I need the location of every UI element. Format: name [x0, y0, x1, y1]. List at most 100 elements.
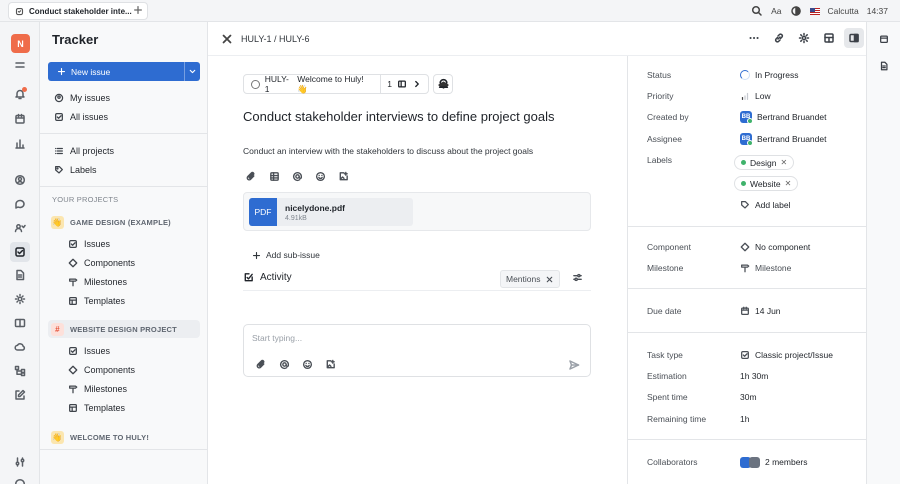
issue-icon [15, 7, 24, 15]
nav-all-projects[interactable]: All projects [48, 142, 200, 160]
recruiting-button[interactable] [10, 218, 30, 238]
spent-time-value[interactable]: 30m [740, 392, 757, 402]
nav-all-issues[interactable]: All issues [48, 108, 200, 126]
assignee-value[interactable]: BB Bertrand Bruandet [740, 133, 826, 146]
project-welcome[interactable]: 👋 WELCOME TO HULY! [48, 428, 200, 446]
project-website-design[interactable]: # WEBSITE DESIGN PROJECT [48, 320, 200, 338]
project-milestones[interactable]: Milestones [62, 273, 200, 291]
contacts-button[interactable] [10, 170, 30, 190]
plus-icon[interactable] [133, 5, 143, 15]
created-by-value[interactable]: BB Bertrand Bruandet [740, 111, 826, 124]
attachment-card[interactable]: PDF nicelydone.pdf 4.91kB [249, 198, 413, 226]
add-label-button[interactable]: Add label [740, 200, 790, 210]
more-button[interactable] [744, 28, 764, 48]
remove-label-icon[interactable]: ✕ [780, 158, 787, 167]
search-icon[interactable] [751, 5, 763, 17]
task-type-value[interactable]: Classic project/Issue [740, 350, 833, 360]
parent-issue-link[interactable]: HULY-1 Welcome to Huly! 👋 [244, 74, 382, 94]
activity-icon [244, 273, 253, 282]
due-date-value[interactable]: 14 Jun [740, 306, 781, 316]
close-icon[interactable] [545, 275, 554, 284]
add-label-row: Add label [628, 196, 867, 214]
drive-button[interactable] [10, 337, 30, 357]
new-issue-main[interactable]: New issue [48, 67, 184, 77]
browser-tab[interactable]: Conduct stakeholder inte... [8, 2, 148, 20]
plus-icon [252, 251, 261, 259]
collaborators-value[interactable]: 2 members [740, 456, 808, 468]
project-templates[interactable]: Templates [62, 292, 200, 310]
mentions-filter[interactable]: Mentions [500, 270, 560, 288]
font-size-button[interactable]: Aa [771, 6, 781, 16]
project-issues[interactable]: Issues [62, 342, 200, 360]
hierarchy-button[interactable] [10, 361, 30, 381]
checkbox-icon [55, 113, 63, 121]
tracker-button[interactable] [10, 242, 30, 262]
mention-icon[interactable] [292, 171, 303, 182]
estimation-value[interactable]: 1h 30m [740, 371, 768, 381]
priority-value[interactable]: Low [740, 91, 771, 101]
docs-button[interactable] [10, 265, 30, 285]
paperclip-icon[interactable] [256, 359, 267, 370]
ai-assistant-button[interactable] [433, 74, 453, 94]
parent-issue-chip[interactable]: HULY-1 Welcome to Huly! 👋 1 [243, 74, 429, 94]
help-button[interactable] [10, 474, 30, 484]
settings-sliders-button[interactable] [10, 452, 30, 472]
status-value[interactable]: In Progress [740, 70, 798, 80]
comment-input[interactable]: Start typing... [252, 333, 302, 343]
copy-link-button[interactable] [769, 28, 789, 48]
send-icon[interactable] [568, 359, 580, 371]
nav-label: Issues [84, 239, 111, 249]
theme-icon[interactable] [790, 5, 802, 17]
layout-button[interactable] [819, 28, 839, 48]
calendar-button[interactable] [10, 109, 30, 129]
table-icon[interactable] [269, 171, 280, 182]
new-issue-dropdown[interactable] [184, 62, 200, 81]
project-templates[interactable]: Templates [62, 399, 200, 417]
collaborators-row: Collaborators 2 members [628, 453, 867, 471]
component-value[interactable]: No component [740, 242, 810, 252]
breadcrumb[interactable]: HULY-1 / HULY-6 [241, 34, 310, 44]
project-milestones[interactable]: Milestones [62, 380, 200, 398]
emoji-icon[interactable] [315, 171, 326, 182]
milestone-value[interactable]: Milestone [740, 263, 791, 273]
chat-button[interactable] [10, 194, 30, 214]
notifications-button[interactable] [10, 84, 30, 104]
nav-label: Labels [70, 165, 97, 175]
knowledge-button[interactable] [10, 313, 30, 333]
issue-description[interactable]: Conduct an interview with the stakeholde… [243, 146, 533, 156]
workspace-avatar[interactable]: N [11, 34, 30, 53]
office-button[interactable] [10, 289, 30, 309]
project-components[interactable]: Components [62, 361, 200, 379]
language-flag-icon[interactable] [809, 7, 820, 15]
emoji-icon[interactable] [302, 359, 313, 370]
nav-labels[interactable]: Labels [48, 161, 200, 179]
label-chip-website[interactable]: Website ✕ [734, 176, 799, 191]
add-image-icon[interactable] [338, 171, 349, 182]
project-components[interactable]: Components [62, 254, 200, 272]
toggle-sidebar-button[interactable] [844, 28, 864, 48]
nav-my-issues[interactable]: My issues [48, 89, 200, 107]
menu-button[interactable] [10, 55, 30, 75]
issue-title[interactable]: Conduct stakeholder interviews to define… [243, 109, 554, 124]
remove-label-icon[interactable]: ✕ [785, 179, 792, 188]
sub-issue-count: 1 [387, 79, 392, 89]
mention-icon[interactable] [279, 359, 290, 370]
chevron-right-icon[interactable] [412, 79, 422, 89]
filter-sliders-icon[interactable] [572, 272, 583, 283]
label-chip-design[interactable]: Design ✕ [734, 155, 795, 170]
calendar-side-button[interactable] [874, 29, 894, 49]
comment-editor[interactable]: Start typing... [243, 324, 591, 377]
new-issue-button[interactable]: New issue [48, 62, 200, 81]
add-sub-issue-button[interactable]: Add sub-issue [252, 250, 320, 260]
documents-button[interactable] [10, 134, 30, 154]
edit-button[interactable] [10, 385, 30, 405]
settings-button[interactable] [794, 28, 814, 48]
paperclip-icon[interactable] [246, 171, 257, 182]
collaborator-avatars [740, 456, 760, 468]
sub-issues-nav[interactable]: 1 [381, 75, 428, 93]
close-icon[interactable] [220, 32, 234, 46]
project-game-design[interactable]: 👋 GAME DESIGN (EXAMPLE) [48, 213, 200, 231]
project-issues[interactable]: Issues [62, 235, 200, 253]
documents-side-button[interactable] [874, 56, 894, 76]
add-image-icon[interactable] [325, 359, 336, 370]
